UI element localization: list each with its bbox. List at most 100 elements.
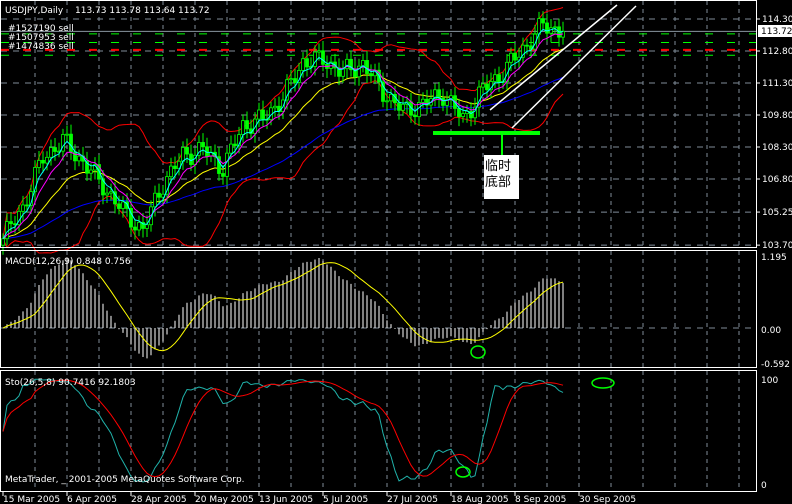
candle-body bbox=[385, 100, 389, 103]
candle-body bbox=[137, 221, 141, 231]
stochastic-label: Sto(26,5,8) 90.7416 92.1803 bbox=[5, 378, 136, 388]
candle-body bbox=[457, 108, 461, 117]
candle-body bbox=[21, 204, 25, 212]
candle-body bbox=[369, 73, 373, 77]
candle-body bbox=[133, 226, 137, 231]
ohlc-readout: 113.73 113.78 113.64 113.72 bbox=[75, 6, 210, 16]
candle-body bbox=[157, 192, 161, 198]
macd-tick-label: -0.592 bbox=[761, 360, 790, 370]
candle-body bbox=[289, 78, 293, 81]
stochastic-tick-label: 0 bbox=[761, 481, 767, 491]
candle-body bbox=[537, 18, 541, 35]
candle-body bbox=[233, 143, 237, 147]
candle-body bbox=[413, 114, 417, 118]
candle-body bbox=[225, 152, 229, 177]
candle-body bbox=[461, 113, 465, 117]
date-tick-label: 5 Jul 2005 bbox=[323, 495, 368, 504]
candle-body bbox=[525, 44, 529, 47]
date-tick-label: 20 May 2005 bbox=[195, 495, 254, 504]
candle-body bbox=[109, 191, 113, 194]
macd-tick-label: 1.195 bbox=[761, 253, 787, 263]
order-label[interactable]: #1474836 sell bbox=[8, 42, 74, 52]
candle-body bbox=[89, 169, 93, 174]
price-tick-label: 111.30 bbox=[762, 79, 792, 89]
price-tick-label: 103.70 bbox=[762, 241, 792, 251]
candle-body bbox=[9, 221, 13, 225]
candle-body bbox=[481, 83, 485, 88]
date-tick-label: 8 Sep 2005 bbox=[515, 495, 566, 504]
date-tick-label: 6 Apr 2005 bbox=[67, 495, 117, 504]
candle-body bbox=[169, 165, 173, 178]
candle-body bbox=[541, 18, 545, 24]
candle-body bbox=[69, 133, 73, 153]
candle-body bbox=[317, 50, 321, 53]
date-tick-label: 28 Apr 2005 bbox=[131, 495, 187, 504]
price-tick-label: 105.25 bbox=[762, 208, 792, 218]
symbol-label: USDJPY,Daily bbox=[5, 6, 64, 16]
candle-body bbox=[173, 165, 177, 170]
chart-window[interactable]: 114.30 112.80 111.30 109.80 108.30 106.80 105.… bbox=[0, 0, 792, 504]
current-price-label: 113.72 bbox=[761, 27, 792, 37]
candle-body bbox=[301, 58, 305, 71]
price-tick-label: 112.80 bbox=[762, 47, 792, 57]
candle-body bbox=[241, 120, 245, 136]
candle-body bbox=[553, 26, 557, 29]
candle-body bbox=[65, 133, 69, 136]
candle-body bbox=[25, 204, 29, 207]
candle-body bbox=[513, 52, 517, 61]
candle-body bbox=[293, 78, 297, 83]
candle-body bbox=[389, 93, 393, 102]
candle-body bbox=[485, 83, 489, 91]
date-tick-label: 13 Jun 2005 bbox=[259, 495, 313, 504]
annotation-line-1: 临时 bbox=[485, 159, 511, 174]
copyright-text: MetaTrader, _ 2001-2005 MetaQuotes Softw… bbox=[5, 475, 245, 485]
candle-body bbox=[185, 147, 189, 155]
macd-tick-label: 0.00 bbox=[761, 326, 781, 336]
candle-body bbox=[257, 109, 261, 120]
price-tick-label: 106.80 bbox=[762, 175, 792, 185]
price-tick-label: 108.30 bbox=[762, 143, 792, 153]
candle-body bbox=[493, 74, 497, 82]
stochastic-tick-label: 100 bbox=[761, 376, 778, 386]
candle-body bbox=[229, 143, 233, 154]
price-tick-label: 114.30 bbox=[762, 15, 792, 25]
candle-body bbox=[189, 153, 193, 165]
date-tick-label: 15 Mar 2005 bbox=[3, 495, 60, 504]
candle-body bbox=[117, 203, 121, 209]
candle-body bbox=[105, 192, 109, 196]
candle-body bbox=[49, 147, 53, 158]
candle-body bbox=[41, 159, 45, 164]
candle-body bbox=[497, 74, 501, 83]
macd-label: MACD(12,26,9) 0.848 0.756 bbox=[5, 257, 131, 267]
annotation-line-2: 底部 bbox=[485, 174, 511, 190]
candle-body bbox=[421, 98, 425, 103]
candle-body bbox=[45, 156, 49, 164]
date-tick-label: 30 Sep 2005 bbox=[579, 495, 636, 504]
candle-body bbox=[181, 147, 185, 162]
candle-body bbox=[77, 155, 81, 162]
background bbox=[0, 0, 792, 504]
candle-body bbox=[341, 68, 345, 77]
candle-body bbox=[201, 142, 205, 148]
candle-body bbox=[273, 105, 277, 109]
candle-body bbox=[321, 50, 325, 65]
candle-body bbox=[397, 102, 401, 111]
candle-body bbox=[245, 120, 249, 130]
price-tick-label: 109.80 bbox=[762, 111, 792, 121]
candle-body bbox=[53, 147, 57, 152]
candle-body bbox=[509, 52, 513, 63]
candle-body bbox=[545, 22, 549, 34]
candle-body bbox=[221, 173, 225, 177]
candle-body bbox=[365, 60, 369, 74]
candle-body bbox=[437, 89, 441, 99]
candle-body bbox=[153, 192, 157, 208]
candle-body bbox=[37, 159, 41, 168]
candle-body bbox=[121, 201, 125, 209]
date-tick-label: 18 Aug 2005 bbox=[451, 495, 509, 504]
annotation-box[interactable]: 临时 底部 bbox=[484, 155, 519, 199]
date-tick-label: 27 Jul 2005 bbox=[387, 495, 438, 504]
candle-body bbox=[1, 238, 5, 246]
candle-body bbox=[261, 109, 265, 120]
candle-body bbox=[145, 224, 149, 229]
candle-body bbox=[401, 103, 405, 111]
